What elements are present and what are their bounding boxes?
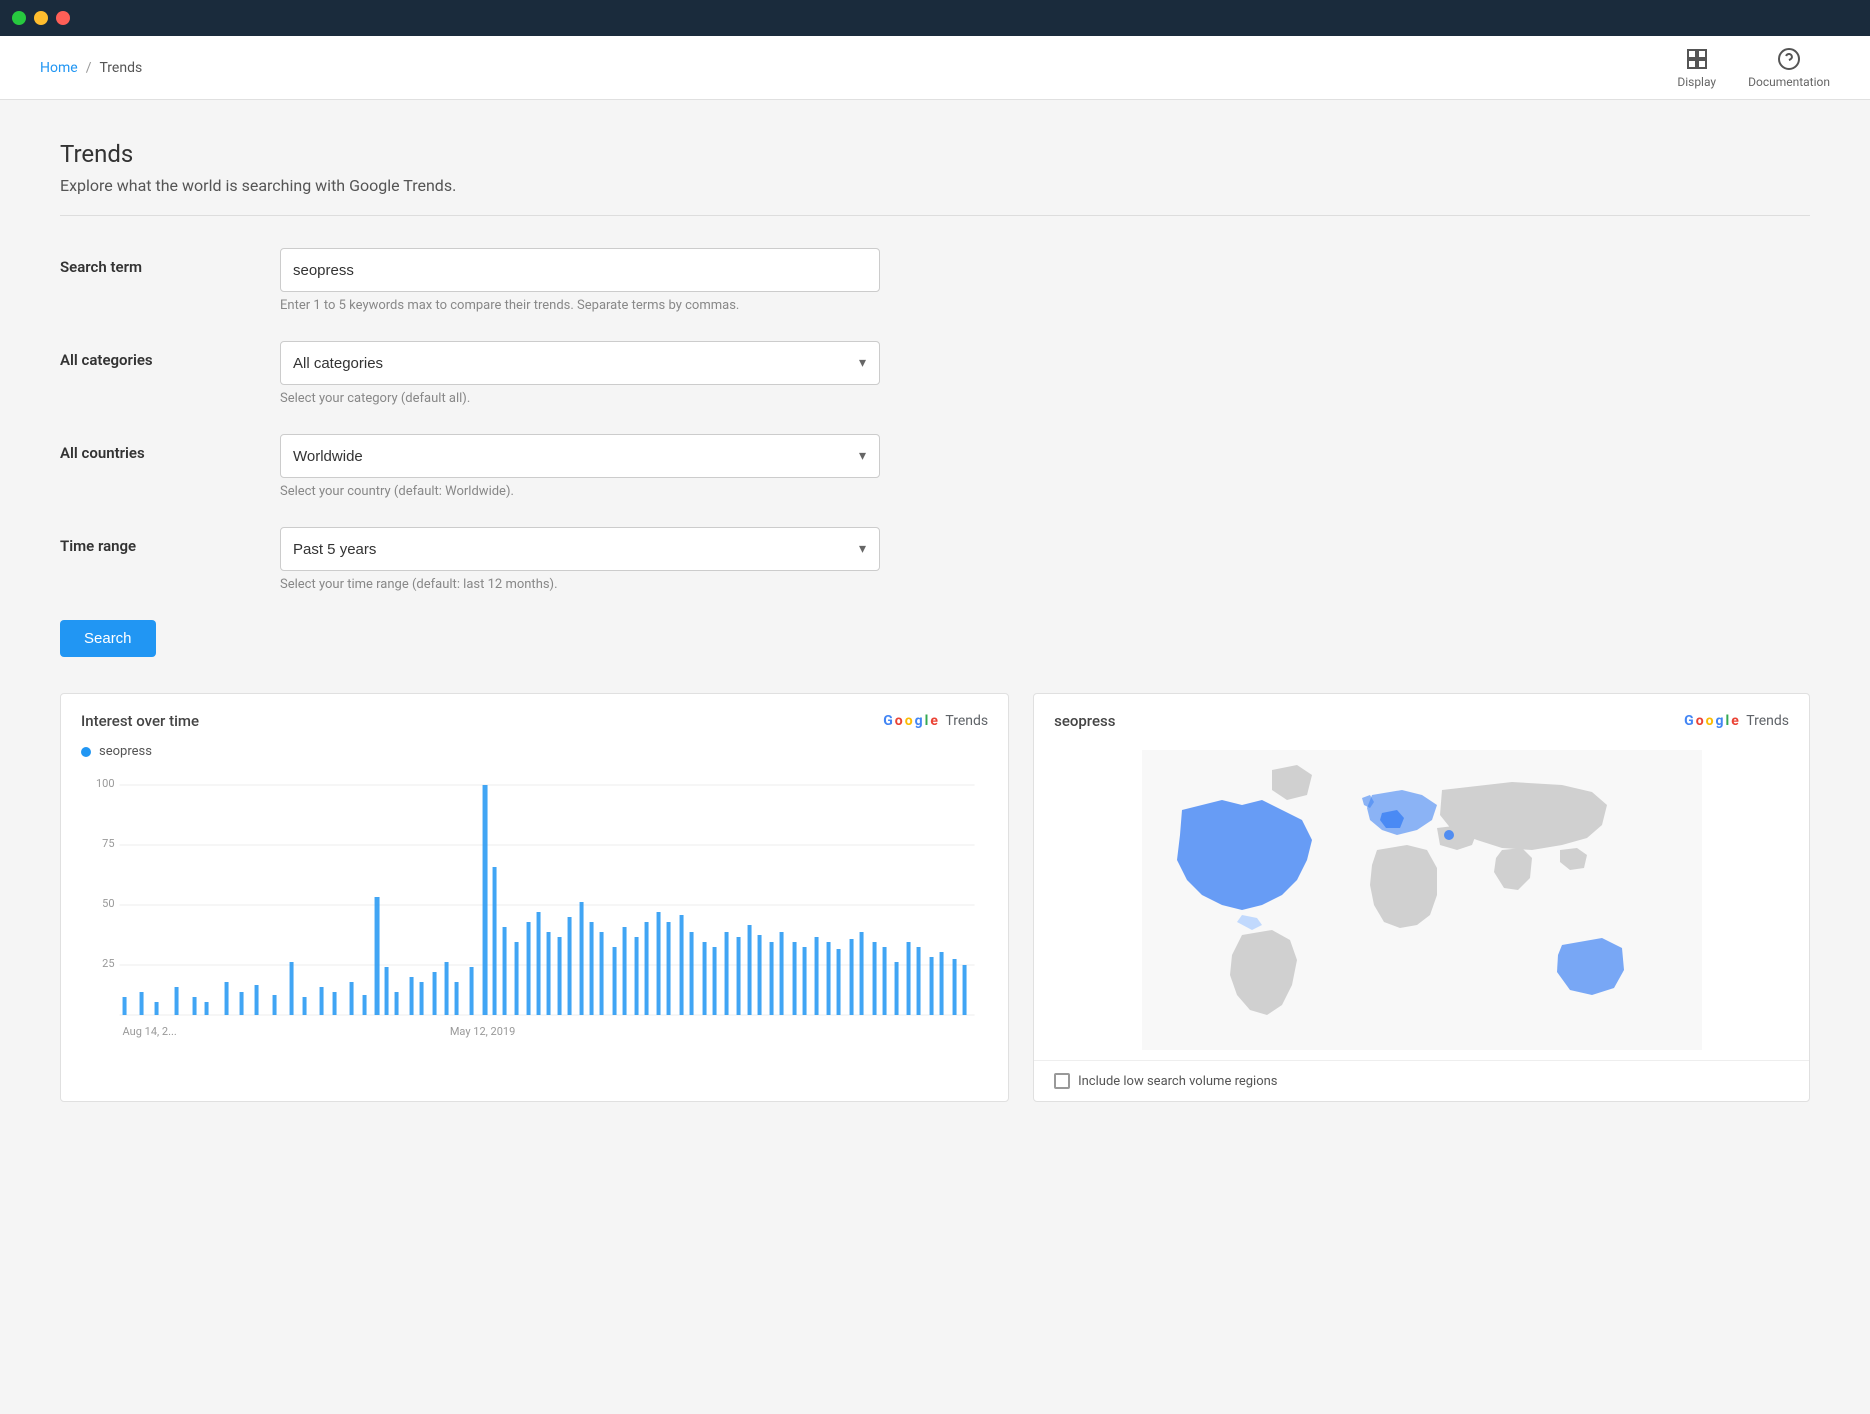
titlebar — [0, 0, 1870, 36]
svg-text:50: 50 — [102, 897, 114, 910]
all-categories-row: All categories All categories Select you… — [60, 341, 1810, 406]
low-volume-checkbox[interactable] — [1054, 1073, 1070, 1089]
search-button[interactable]: Search — [60, 620, 156, 657]
search-term-hint: Enter 1 to 5 keywords max to compare the… — [280, 298, 880, 313]
interest-chart-svg: 100 75 50 25 — [71, 767, 998, 1047]
charts-row: Interest over time Google Trends seopres… — [60, 693, 1810, 1102]
all-countries-control: Worldwide Select your country (default: … — [280, 434, 880, 499]
display-icon — [1685, 47, 1709, 71]
all-countries-row: All countries Worldwide Select your coun… — [60, 434, 1810, 499]
region-chart-title: seopress — [1054, 712, 1115, 730]
time-range-control: Past 5 years Select your time range (def… — [280, 527, 880, 592]
svg-text:Aug 14, 2...: Aug 14, 2... — [123, 1025, 177, 1038]
low-volume-checkbox-area[interactable]: Include low search volume regions — [1054, 1073, 1277, 1089]
google-trends-logo-left: Google Trends — [883, 713, 988, 729]
all-countries-select-wrapper: Worldwide — [280, 434, 880, 478]
page-subtitle: Explore what the world is searching with… — [60, 176, 1810, 195]
all-countries-select[interactable]: Worldwide — [280, 434, 880, 478]
svg-text:May 12, 2019: May 12, 2019 — [450, 1025, 515, 1038]
all-countries-label: All countries — [60, 434, 280, 462]
time-range-select-wrapper: Past 5 years — [280, 527, 880, 571]
minimize-dot[interactable] — [34, 11, 48, 25]
all-categories-label: All categories — [60, 341, 280, 369]
documentation-button[interactable]: Documentation — [1748, 47, 1830, 89]
page-header: Trends Explore what the world is searchi… — [60, 140, 1810, 216]
interest-over-time-card: Interest over time Google Trends seopres… — [60, 693, 1009, 1102]
interest-chart-header: Interest over time Google Trends — [61, 694, 1008, 740]
maximize-dot[interactable] — [56, 11, 70, 25]
all-countries-hint: Select your country (default: Worldwide)… — [280, 484, 880, 499]
legend-dot — [81, 747, 91, 757]
page-title: Trends — [60, 140, 1810, 168]
interest-chart-title: Interest over time — [81, 712, 199, 730]
breadcrumb-current: Trends — [99, 60, 142, 76]
search-term-row: Search term Enter 1 to 5 keywords max to… — [60, 248, 1810, 313]
region-interest-card: seopress Google Trends — [1033, 693, 1810, 1102]
all-categories-control: All categories Select your category (def… — [280, 341, 880, 406]
breadcrumb-separator: / — [86, 60, 92, 76]
time-range-select[interactable]: Past 5 years — [280, 527, 880, 571]
main-content: Trends Explore what the world is searchi… — [0, 100, 1870, 1414]
nav-actions: Display Documentation — [1677, 47, 1830, 89]
all-categories-select-wrapper: All categories — [280, 341, 880, 385]
world-map-svg — [1142, 750, 1702, 1050]
chart-footer: Include low search volume regions — [1034, 1060, 1809, 1101]
breadcrumb: Home / Trends — [40, 60, 142, 76]
legend-label: seopress — [99, 744, 152, 759]
time-range-label: Time range — [60, 527, 280, 555]
interest-chart-svg-wrap: 100 75 50 25 — [61, 767, 1008, 1061]
breadcrumb-home[interactable]: Home — [40, 60, 78, 76]
chart-legend: seopress — [61, 740, 1008, 767]
low-volume-label: Include low search volume regions — [1078, 1074, 1277, 1089]
time-range-row: Time range Past 5 years Select your time… — [60, 527, 1810, 592]
all-categories-hint: Select your category (default all). — [280, 391, 880, 406]
search-term-input[interactable] — [280, 248, 880, 292]
search-term-label: Search term — [60, 248, 280, 276]
display-button[interactable]: Display — [1677, 47, 1716, 89]
time-range-hint: Select your time range (default: last 12… — [280, 577, 880, 592]
svg-text:75: 75 — [102, 837, 114, 850]
world-map-wrap — [1034, 740, 1809, 1060]
close-dot[interactable] — [12, 11, 26, 25]
region-chart-header: seopress Google Trends — [1034, 694, 1809, 740]
search-term-control: Enter 1 to 5 keywords max to compare the… — [280, 248, 880, 313]
svg-text:25: 25 — [102, 957, 114, 970]
topnav: Home / Trends Display Documentation — [0, 36, 1870, 100]
help-icon — [1777, 47, 1801, 71]
google-trends-logo-right: Google Trends — [1684, 713, 1789, 729]
svg-text:100: 100 — [96, 777, 115, 790]
form-section: Search term Enter 1 to 5 keywords max to… — [60, 248, 1810, 592]
all-categories-select[interactable]: All categories — [280, 341, 880, 385]
